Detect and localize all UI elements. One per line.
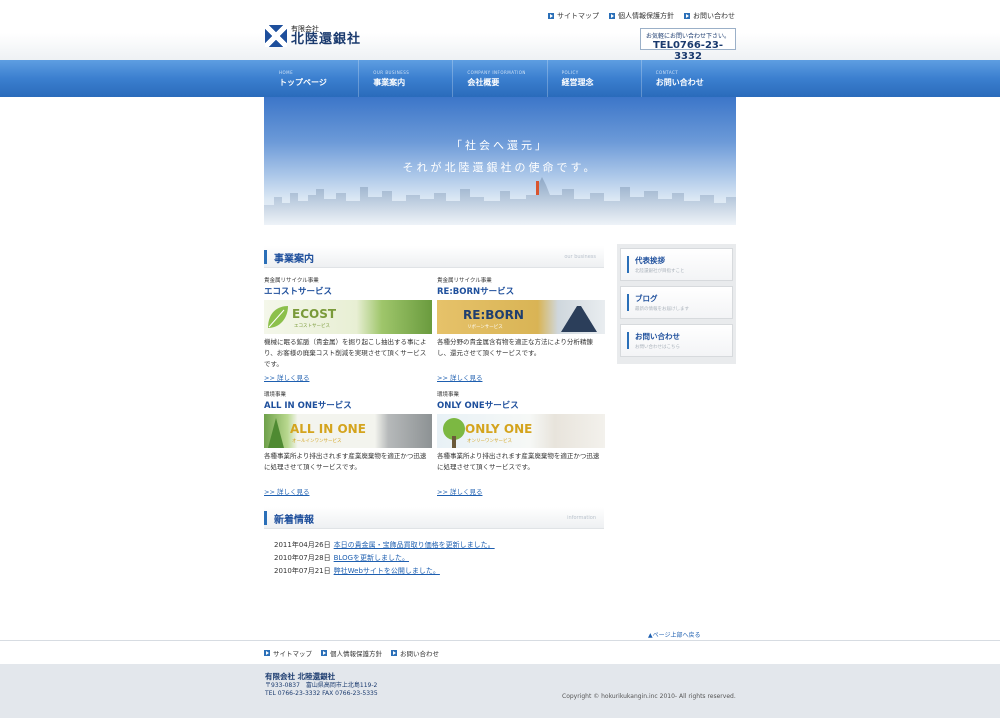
page-top-link[interactable]: ▲ページ上部へ戻る: [648, 630, 701, 639]
only-one-detail-link[interactable]: >> 詳しく見る: [437, 486, 605, 496]
nav-item-policy[interactable]: POLICY 経営理念: [548, 60, 642, 97]
nav-item-contact[interactable]: CONTACT お問い合わせ: [642, 60, 736, 97]
arrow-icon: [391, 650, 397, 656]
nav-item-company[interactable]: COMPANY INFORMATION 会社概要: [453, 60, 548, 97]
business-section-title-en: our business: [564, 254, 596, 260]
tel-number: TEL0766-23-3332: [652, 40, 724, 62]
hero-image: 「社会へ還元」 それが北陸還銀社の使命です。: [264, 97, 736, 225]
footer-link-sitemap[interactable]: サイトマップ: [264, 648, 312, 658]
news-section-header: 新着情報 information: [264, 507, 604, 529]
city-skyline-image: [264, 177, 736, 225]
company-logo[interactable]: 有限会社 北陸還銀社: [265, 24, 385, 48]
copyright: Copyright © hokurikukangin.inc 2010- All…: [562, 693, 736, 700]
news-item: 2011年04月26日 本日の貴金属・宝飾品買取り価格を更新しました。: [274, 540, 495, 549]
logo-mark-icon: [265, 25, 287, 47]
footer-link-privacy[interactable]: 個人情報保護方針: [321, 648, 382, 658]
header-link-contact[interactable]: お問い合わせ: [684, 11, 735, 21]
news-section-title-en: information: [567, 515, 596, 521]
news-section-title: 新着情報: [274, 515, 314, 526]
hero-heading: 「社会へ還元」: [451, 139, 549, 152]
global-nav: HOME トップページ OUR BUSINESS 事業案内 COMPANY IN…: [265, 60, 736, 97]
service-all-in-one: 環境事業 ALL IN ONEサービス ALL IN ONE オールインワンサー…: [264, 390, 432, 496]
all-in-one-banner[interactable]: ALL IN ONE オールインワンサービス: [264, 414, 432, 448]
arrow-icon: [264, 650, 270, 656]
footer-links: サイトマップ 個人情報保護方針 お問い合わせ: [264, 648, 439, 658]
arrow-icon: [548, 13, 554, 19]
reborn-banner[interactable]: RE:BORN リボーンサービス: [437, 300, 605, 334]
footer-tel-fax: TEL 0766-23-3332 FAX 0766-23-5335: [265, 690, 378, 697]
news-list: 2011年04月26日 本日の貴金属・宝飾品買取り価格を更新しました。 2010…: [274, 538, 495, 577]
footer-postal-address: 〒933-0837 富山県高岡市上北島119-2: [265, 681, 378, 689]
tel-box: お気軽にお問い合わせ下さい。 TEL0766-23-3332: [640, 28, 736, 62]
service-reborn: 貴金属リサイクル事業 RE:BORNサービス RE:BORN リボーンサービス …: [437, 276, 605, 382]
side-item-greeting[interactable]: 代表挨拶 北陸還銀社が目指すこと: [620, 248, 733, 281]
footer-company-name: 有限会社 北陸還銀社: [265, 672, 336, 681]
nav-item-business[interactable]: OUR BUSINESS 事業案内: [359, 60, 454, 97]
hero-subheading: それが北陸還銀社の使命です。: [402, 161, 598, 174]
side-menu: 代表挨拶 北陸還銀社が目指すこと ブログ 最新の情報をお届けします お問い合わせ…: [617, 244, 736, 364]
service-ecost: 貴金属リサイクル事業 エコストサービス ECOST エコストサービス 機械に眠る…: [264, 276, 432, 382]
header-link-privacy[interactable]: 個人情報保護方針: [609, 11, 674, 21]
only-one-banner[interactable]: ONLY ONE オンリーワンサービス: [437, 414, 605, 448]
reborn-detail-link[interactable]: >> 詳しく見る: [437, 372, 605, 382]
arrow-icon: [684, 13, 690, 19]
business-section-title: 事業案内: [274, 254, 314, 265]
tel-caption: お気軽にお問い合わせ下さい。: [645, 33, 730, 40]
footer-divider: [0, 640, 1000, 641]
side-item-blog[interactable]: ブログ 最新の情報をお届けします: [620, 286, 733, 319]
footer-link-contact[interactable]: お問い合わせ: [391, 648, 439, 658]
all-in-one-detail-link[interactable]: >> 詳しく見る: [264, 486, 432, 496]
nav-item-home[interactable]: HOME トップページ: [265, 60, 360, 97]
logo-main-text: 北陸還銀社: [291, 32, 362, 47]
service-only-one: 環境事業 ONLY ONEサービス ONLY ONE オンリーワンサービス 各種…: [437, 390, 605, 496]
news-item: 2010年07月21日 弊社Webサイトを公開しました。: [274, 566, 440, 575]
business-section-header: 事業案内 our business: [264, 246, 604, 268]
arrow-icon: [321, 650, 327, 656]
leaf-icon: [268, 306, 288, 328]
glassware-icon: [561, 306, 597, 332]
ecost-banner[interactable]: ECOST エコストサービス: [264, 300, 432, 334]
news-item: 2010年07月28日 BLOGを更新しました。: [274, 553, 410, 562]
footer-address: 有限会社 北陸還銀社 〒933-0837 富山県高岡市上北島119-2 TEL …: [265, 672, 378, 699]
footer-background: [0, 664, 1000, 718]
side-item-contact[interactable]: お問い合わせ お問い合わせはこちら: [620, 324, 733, 357]
header-link-sitemap[interactable]: サイトマップ: [548, 11, 599, 21]
ecost-detail-link[interactable]: >> 詳しく見る: [264, 372, 432, 382]
forest-icon: [268, 418, 284, 448]
arrow-icon: [609, 13, 615, 19]
header-background: [0, 0, 1000, 60]
header-links: サイトマップ 個人情報保護方針 お問い合わせ: [548, 11, 735, 21]
